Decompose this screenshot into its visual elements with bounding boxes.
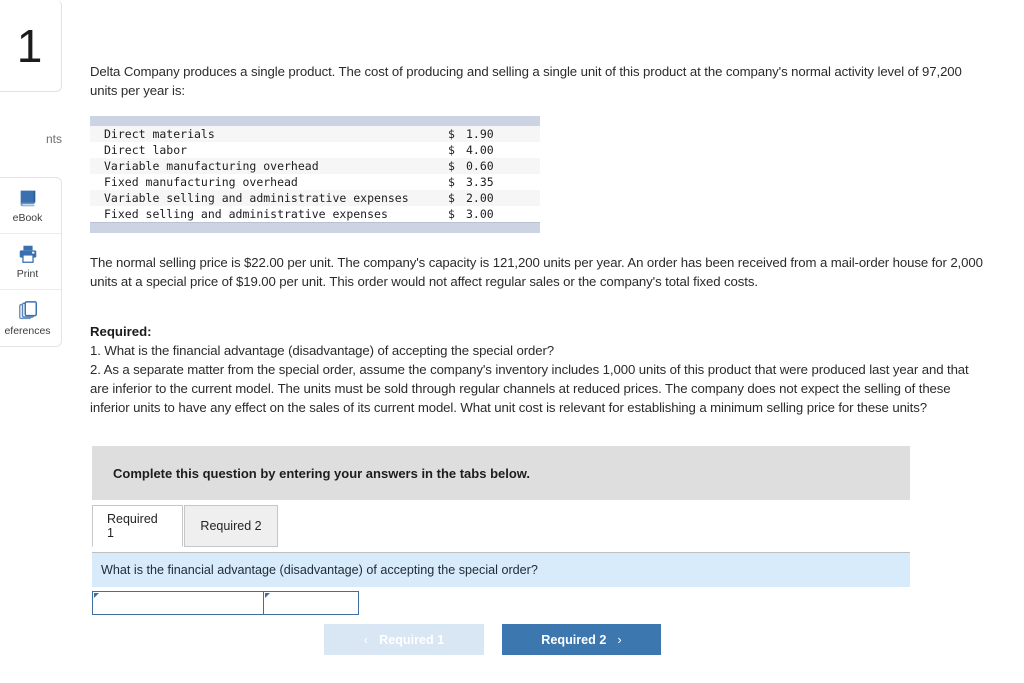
currency-symbol: $ [448,175,455,189]
cost-amount-value: 0.60 [466,159,494,173]
previous-required-label: Required 1 [379,632,445,647]
tool-button-group: eBook Print eferences [0,177,62,347]
cost-table-header-band [90,116,540,126]
copy-pages-icon [17,300,39,322]
currency-symbol: $ [448,127,455,141]
currency-symbol: $ [448,143,455,157]
answer-amount-input[interactable] [263,592,358,614]
cost-amount-value: 1.90 [466,127,494,141]
question-banner: What is the financial advantage (disadva… [92,552,910,587]
points-label: nts [45,132,62,146]
cost-amount-value: 4.00 [466,143,494,157]
printer-icon [17,243,39,265]
cost-label: Fixed selling and administrative expense… [90,206,448,223]
cost-amount: $3.35 [448,174,540,190]
tab-required-2-label: Required 2 [200,519,262,533]
footer-band-label-cell [90,222,448,233]
cost-label: Direct materials [90,126,448,142]
table-row: Fixed manufacturing overhead $3.35 [90,174,540,190]
navigation-buttons: ‹ Required 1 Required 2 › [324,624,661,655]
cost-label: Fixed manufacturing overhead [90,174,448,190]
references-label: eferences [4,324,51,337]
tab-strip: Required 1 Required 2 [92,505,910,547]
cost-amount: $1.90 [448,126,540,142]
chevron-right-icon: › [617,632,622,647]
main-content: Delta Company produces a single product.… [90,0,1024,683]
table-row: Direct materials $1.90 [90,126,540,142]
cost-table-footer-band [90,222,540,233]
cost-amount: $0.60 [448,158,540,174]
cost-amount: $2.00 [448,190,540,206]
instruction-text: Complete this question by entering your … [113,465,531,481]
currency-symbol: $ [448,191,455,205]
cost-amount: $3.00 [448,206,540,223]
question-number-box: 1 [0,0,62,92]
book-icon [17,187,39,209]
currency-symbol: $ [448,207,455,221]
ebook-button[interactable]: eBook [0,178,61,234]
footer-band-amount-cell [448,222,540,233]
price-paragraph: The normal selling price is $22.00 per u… [90,255,983,289]
tab-required-1[interactable]: Required 1 [92,505,183,547]
required-block: Required: 1. What is the financial advan… [90,322,983,417]
cell-corner-marker-icon [264,593,270,598]
next-required-button[interactable]: Required 2 › [502,624,661,655]
print-label: Print [16,268,39,280]
cost-table-body: Direct materials $1.90 Direct labor $4.0… [90,116,540,233]
answer-input-row [92,591,359,615]
cost-amount-value: 3.00 [466,207,494,221]
ebook-label: eBook [12,212,43,224]
print-button[interactable]: Print [0,234,61,290]
table-row: Fixed selling and administrative expense… [90,206,540,223]
next-required-label: Required 2 [541,632,607,647]
answer-amount-cell[interactable] [262,591,359,615]
required-item-1: 1. What is the financial advantage (disa… [90,343,555,358]
left-sidebar: 1 nts eBook Print eferences [0,0,62,683]
currency-symbol: $ [448,159,455,173]
cost-label: Variable manufacturing overhead [90,158,448,174]
tab-required-2[interactable]: Required 2 [184,505,278,547]
table-row: Variable manufacturing overhead $0.60 [90,158,540,174]
cost-amount-value: 2.00 [466,191,494,205]
table-row: Direct labor $4.00 [90,142,540,158]
header-band-amount-cell [448,116,540,126]
cost-amount: $4.00 [448,142,540,158]
question-banner-text: What is the financial advantage (disadva… [101,563,538,577]
references-button[interactable]: eferences [0,290,61,346]
chevron-left-icon: ‹ [363,632,369,647]
cost-table: Direct materials $1.90 Direct labor $4.0… [90,116,540,233]
cost-label: Direct labor [90,142,448,158]
cost-amount-value: 3.35 [466,175,494,189]
cost-label: Variable selling and administrative expe… [90,190,448,206]
table-row: Variable selling and administrative expe… [90,190,540,206]
required-item-2: 2. As a separate matter from the special… [90,362,969,415]
header-band-label-cell [90,116,448,126]
answer-label-cell[interactable] [92,591,264,615]
question-number: 1 [16,19,43,72]
intro-paragraph: Delta Company produces a single product.… [90,64,962,98]
tab-required-1-label: Required 1 [107,512,158,540]
instruction-bar: Complete this question by entering your … [92,446,910,500]
cell-corner-marker-icon [94,593,99,598]
answer-label-input[interactable] [93,592,263,614]
previous-required-button[interactable]: ‹ Required 1 [324,624,484,655]
required-heading: Required: [90,324,152,339]
